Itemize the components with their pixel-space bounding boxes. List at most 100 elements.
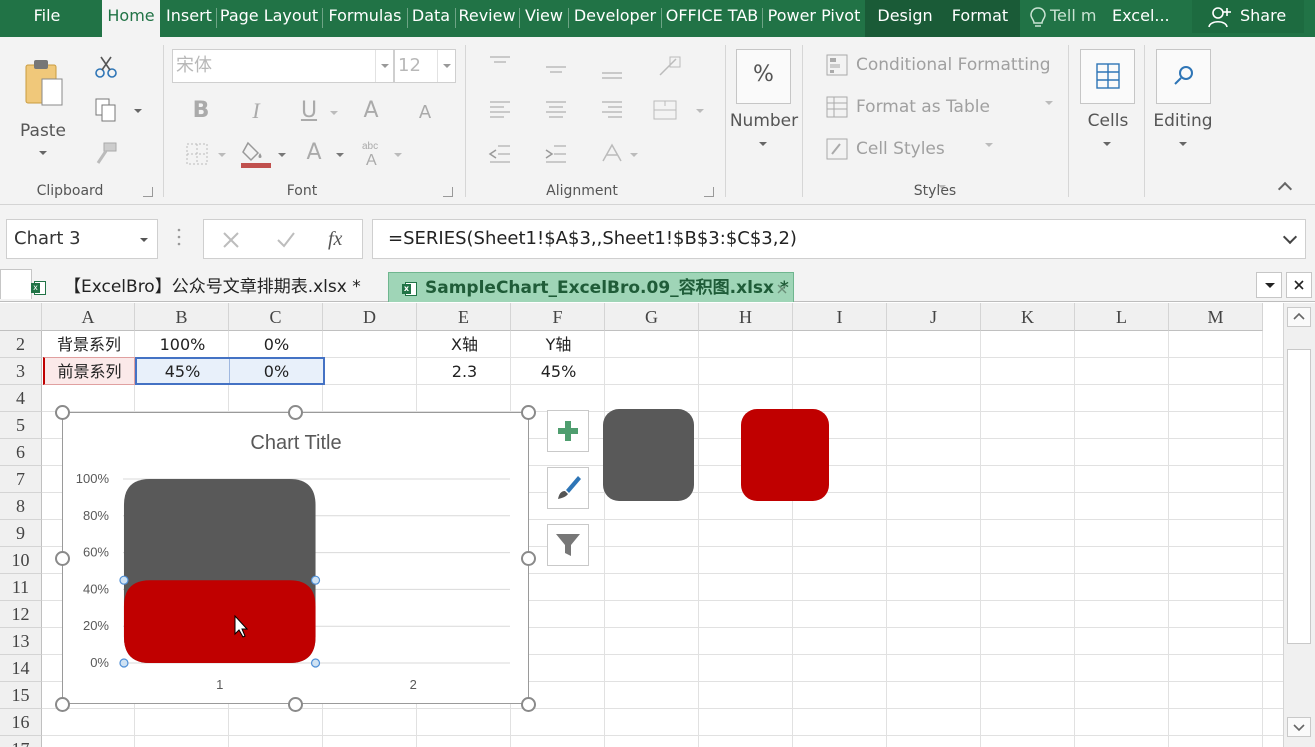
menu-tab-data[interactable]: Data xyxy=(409,0,453,33)
cells-button[interactable] xyxy=(1080,49,1135,104)
row-header-17[interactable]: 17 xyxy=(0,736,42,747)
excel-label[interactable]: Excel... xyxy=(1112,0,1174,33)
number-label[interactable]: Number xyxy=(728,111,800,131)
menu-tab-design[interactable]: Design xyxy=(870,0,940,33)
chart-resize-handle-se[interactable] xyxy=(521,697,536,712)
borders-icon[interactable] xyxy=(186,143,208,165)
column-header-a[interactable]: A xyxy=(42,303,135,331)
bold-button[interactable]: B xyxy=(188,99,214,123)
editing-dropdown-icon[interactable] xyxy=(1179,142,1187,146)
menu-tab-file[interactable]: File xyxy=(14,0,80,33)
cell-a2[interactable]: 背景系列 xyxy=(43,331,135,358)
copy-dropdown-icon[interactable] xyxy=(134,109,142,113)
chart-resize-handle-nw[interactable] xyxy=(55,405,70,420)
top-align-icon[interactable] xyxy=(488,55,512,75)
tab-list-button[interactable] xyxy=(1256,272,1282,298)
chart-title[interactable]: Chart Title xyxy=(250,432,341,454)
row-header-10[interactable]: 10 xyxy=(0,547,42,574)
align-left-icon[interactable] xyxy=(488,99,512,121)
red-rounded-rectangle[interactable] xyxy=(741,409,829,501)
cells-dropdown-icon[interactable] xyxy=(1103,142,1111,146)
cell-a3[interactable]: 前景系列 xyxy=(43,357,135,385)
chevron-down-icon[interactable] xyxy=(140,238,148,242)
bottom-align-icon[interactable] xyxy=(600,61,624,81)
confirm-icon[interactable] xyxy=(276,231,296,249)
borders-dropdown-icon[interactable] xyxy=(218,153,226,157)
chart-resize-handle-n[interactable] xyxy=(288,405,303,420)
merge-center-icon[interactable] xyxy=(652,99,678,121)
formula-input[interactable]: =SERIES(Sheet1!$A$3,,Sheet1!$B$3:$C$3,2) xyxy=(372,219,1306,259)
paste-label[interactable]: Paste xyxy=(18,121,68,141)
column-header-g[interactable]: G xyxy=(605,303,699,331)
paste-dropdown-icon[interactable] xyxy=(39,151,47,155)
align-right-icon[interactable] xyxy=(600,99,624,121)
grow-font-button[interactable]: A xyxy=(358,99,384,123)
column-header-k[interactable]: K xyxy=(981,303,1075,331)
text-direction-dropdown-icon[interactable] xyxy=(630,153,638,157)
phonetic-icon[interactable]: abc A xyxy=(360,139,386,167)
cell-c3[interactable]: 0% xyxy=(230,358,323,385)
align-center-icon[interactable] xyxy=(544,99,568,121)
row-header-15[interactable]: 15 xyxy=(0,682,42,709)
phonetic-dropdown-icon[interactable] xyxy=(394,153,402,157)
chart-elements-button[interactable] xyxy=(547,410,589,452)
row-header-8[interactable]: 8 xyxy=(0,493,42,520)
menu-tab-home[interactable]: Home xyxy=(102,0,160,37)
workbook-tab-2[interactable]: SampleChart_ExcelBro.09_容积图.xlsx * xyxy=(388,272,794,302)
cell-b2[interactable]: 100% xyxy=(136,331,229,358)
copy-icon[interactable] xyxy=(94,97,118,123)
merge-dropdown-icon[interactable] xyxy=(696,109,704,113)
editing-button[interactable] xyxy=(1156,49,1211,104)
chart-styles-button[interactable] xyxy=(547,467,589,509)
row-header-12[interactable]: 12 xyxy=(0,601,42,628)
font-launcher-icon[interactable] xyxy=(443,187,453,197)
underline-dropdown-icon[interactable] xyxy=(330,111,338,115)
orientation-icon[interactable] xyxy=(656,55,682,79)
number-format-button[interactable]: % xyxy=(736,49,791,104)
font-name-combo[interactable]: 宋体 xyxy=(172,49,394,83)
series-selection-handle[interactable] xyxy=(119,658,129,668)
row-header-9[interactable]: 9 xyxy=(0,520,42,547)
row-header-2[interactable]: 2 xyxy=(0,331,42,358)
series-selection-handle[interactable] xyxy=(310,658,321,668)
column-header-d[interactable]: D xyxy=(323,303,417,331)
tell-me-search[interactable]: Tell m xyxy=(1050,0,1105,33)
font-color-dropdown-icon[interactable] xyxy=(336,153,344,157)
expand-formula-icon[interactable] xyxy=(1282,229,1298,245)
name-box[interactable]: Chart 3 xyxy=(6,219,158,259)
gray-rounded-rectangle[interactable] xyxy=(603,409,694,501)
chart-resize-handle-sw[interactable] xyxy=(55,697,70,712)
increase-indent-icon[interactable] xyxy=(544,143,568,165)
shrink-font-button[interactable]: A xyxy=(414,101,436,125)
format-painter-icon[interactable] xyxy=(94,141,118,165)
row-header-14[interactable]: 14 xyxy=(0,655,42,682)
column-header-c[interactable]: C xyxy=(229,303,323,331)
clipboard-launcher-icon[interactable] xyxy=(143,187,153,197)
close-tab-icon[interactable] xyxy=(777,284,787,294)
cell-styles-button[interactable]: Cell Styles xyxy=(826,135,945,163)
scroll-down-button[interactable] xyxy=(1287,717,1311,737)
format-as-table-dropdown-icon[interactable] xyxy=(985,143,993,147)
chart-area[interactable]: Chart Title 0% 20% 40% 60% 80% 100% 12 xyxy=(62,412,529,704)
row-header-6[interactable]: 6 xyxy=(0,439,42,466)
menu-tab-office-tab[interactable]: OFFICE TAB xyxy=(663,0,761,33)
number-dropdown-icon[interactable] xyxy=(759,142,767,146)
font-name-dropdown[interactable] xyxy=(375,50,393,82)
row-header-16[interactable]: 16 xyxy=(0,709,42,736)
scroll-thumb[interactable] xyxy=(1287,349,1311,644)
menu-tab-developer[interactable]: Developer xyxy=(570,0,660,33)
menu-tab-page-layout[interactable]: Page Layout xyxy=(218,0,320,33)
cell-e3[interactable]: 2.3 xyxy=(418,358,511,385)
decrease-indent-icon[interactable] xyxy=(488,143,512,165)
menu-tab-view[interactable]: View xyxy=(521,0,567,33)
font-color-button[interactable]: A xyxy=(302,141,326,165)
italic-button[interactable]: I xyxy=(243,99,269,123)
cell-f2[interactable]: Y轴 xyxy=(512,331,605,358)
collapse-ribbon-icon[interactable] xyxy=(1277,181,1293,197)
text-direction-icon[interactable] xyxy=(600,141,626,165)
cell-f3[interactable]: 45% xyxy=(512,358,605,385)
column-header-i[interactable]: I xyxy=(793,303,887,331)
select-all-corner[interactable] xyxy=(0,303,42,331)
lightbulb-icon[interactable] xyxy=(1028,6,1048,30)
alignment-launcher-icon[interactable] xyxy=(704,187,714,197)
